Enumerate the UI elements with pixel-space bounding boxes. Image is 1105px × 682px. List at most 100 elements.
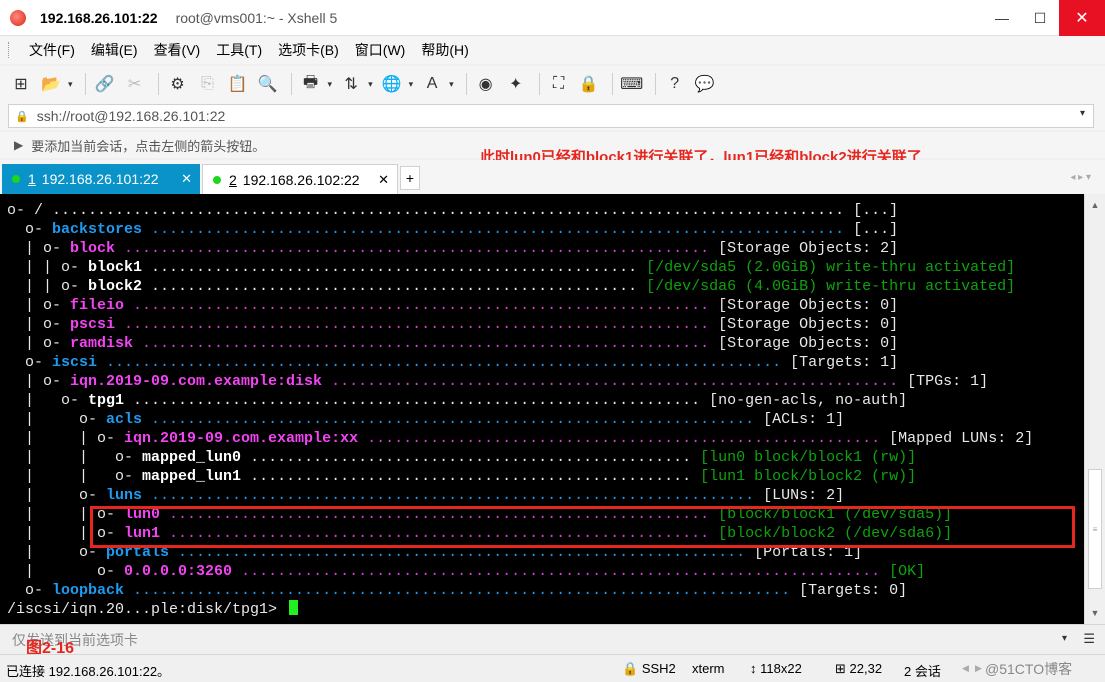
window-title-host: 192.168.26.101:22 (40, 9, 158, 26)
tree-node-info: [/dev/sda6 (4.0GiB) write-thru activated… (646, 278, 1016, 295)
menu-window[interactable]: 窗口(W) (347, 40, 414, 60)
tree-leader-dots: ........................................… (142, 259, 647, 276)
scroll-thumb[interactable]: ≡ (1088, 469, 1102, 589)
paste-icon[interactable]: 📋 (225, 71, 251, 97)
toolbar-separator (465, 73, 467, 95)
font-icon[interactable]: A (419, 71, 445, 97)
disconnect-icon[interactable]: ✂ (122, 71, 148, 97)
terminal-prompt-line: /iscsi/iqn.20...ple:disk/tpg1> (7, 600, 1084, 619)
address-field[interactable]: 🔒 ssh://root@192.168.26.101:22 ▾ (8, 104, 1094, 128)
fullscreen-icon[interactable]: ⛶ (546, 71, 572, 97)
new-session-icon[interactable]: ⊞ (8, 71, 34, 97)
tab-close-icon[interactable]: ✕ (181, 171, 192, 187)
open-folder-icon[interactable]: 📂 (38, 71, 64, 97)
tree-indent: | | o- (7, 259, 89, 276)
compose-menu-icon[interactable]: ☰ (1083, 631, 1095, 647)
menu-tabs[interactable]: 选项卡(B) (270, 40, 347, 60)
keyboard-icon[interactable]: ⌨ (619, 71, 645, 97)
address-value: ssh://root@192.168.26.101:22 (36, 108, 226, 124)
window-title: root@vms001:~ - Xshell 5 (175, 9, 338, 26)
close-button[interactable]: ✕ (1059, 0, 1105, 36)
arrow-icon[interactable]: ▶ (14, 138, 23, 152)
tab-label: 192.168.26.102:22 (242, 171, 360, 188)
address-dropdown-icon[interactable]: ▾ (1080, 108, 1085, 119)
tree-leader-dots: ........................................… (232, 563, 890, 580)
tree-leader-dots: ........................................… (142, 221, 854, 238)
minimize-button[interactable]: — (983, 0, 1021, 36)
toolbar-separator (290, 73, 292, 95)
tree-node-name: mapped_lun1 (142, 468, 242, 485)
terminal-line: | | o- block2 ..........................… (7, 277, 1084, 296)
menu-file[interactable]: 文件(F) (21, 40, 83, 60)
toolbar: ⊞ 📂 ▾ 🔗 ✂ ⚙ ⎘ 📋 🔍 🖶 ▾ ⇅ ▾ 🌐 ▾ A ▾ ◉ ✦ ⛶ … (0, 66, 1105, 102)
tree-node-name: ramdisk (70, 335, 134, 352)
tree-indent: o- (7, 582, 53, 599)
add-tab-button[interactable]: + (400, 166, 420, 190)
tree-indent: | | o- (7, 449, 143, 466)
scroll-down-icon[interactable]: ▼ (1085, 604, 1105, 622)
highlight-box (90, 506, 1075, 548)
menu-help[interactable]: 帮助(H) (413, 40, 476, 60)
tab-session-1[interactable]: 1 192.168.26.101:22 ✕ (2, 164, 200, 194)
tree-node-name: block1 (88, 259, 143, 276)
tree-node-name: iscsi (52, 354, 98, 371)
print-dropdown-icon[interactable]: ▾ (328, 79, 333, 90)
tree-node-info: [Targets: 0] (799, 582, 908, 599)
maximize-button[interactable]: ☐ (1021, 0, 1059, 36)
connect-icon[interactable]: 🔗 (92, 71, 118, 97)
tree-node-info: [Storage Objects: 0] (718, 297, 899, 314)
terminal-line: | | o- block1 ..........................… (7, 258, 1084, 277)
xshell-app-icon[interactable] (10, 9, 26, 26)
transfer-icon[interactable]: ⇅ (338, 71, 364, 97)
connected-dot-icon (213, 175, 221, 184)
prev-session-icon[interactable]: ◀ (962, 663, 969, 674)
tree-node-name: loopback (52, 582, 125, 599)
compose-bar[interactable]: 仅发送到当前选项卡 ▾ ☰ (0, 624, 1105, 654)
tab-session-2[interactable]: 2 192.168.26.102:22 ✕ (202, 164, 398, 194)
tab-label: 192.168.26.101:22 (41, 171, 159, 187)
terminal-output[interactable]: o- / ...................................… (0, 194, 1084, 624)
tree-leader-dots: ........................................… (142, 487, 764, 504)
xmanager-icon[interactable]: ✦ (503, 71, 529, 97)
help-icon[interactable]: ? (662, 71, 688, 97)
toolbar-separator (84, 73, 86, 95)
tree-node-name: iqn.2019-09.com.example:disk (70, 373, 323, 390)
tree-node-name: backstores (52, 221, 143, 238)
transfer-dropdown-icon[interactable]: ▾ (368, 79, 373, 90)
toolbar-separator (157, 73, 159, 95)
globe-dropdown-icon[interactable]: ▾ (409, 79, 414, 90)
terminal-scrollbar[interactable]: ▲ ≡ ▼ (1084, 194, 1105, 624)
menu-bar: 文件(F) 编辑(E) 查看(V) 工具(T) 选项卡(B) 窗口(W) 帮助(… (0, 36, 1105, 64)
tree-indent: | | o- (7, 468, 143, 485)
tab-scroll-icons[interactable]: ◂ ▸ ▾ (1070, 172, 1091, 183)
tree-node-info: [OK] (889, 563, 926, 580)
open-dropdown-icon[interactable]: ▾ (68, 79, 73, 90)
terminal-line: | o- iqn.2019-09.com.example:disk ......… (7, 372, 1084, 391)
copy-icon[interactable]: ⎘ (195, 71, 221, 97)
font-dropdown-icon[interactable]: ▾ (449, 79, 454, 90)
scroll-up-icon[interactable]: ▲ (1085, 196, 1105, 214)
terminal-cursor (289, 600, 299, 615)
tree-indent: o- (7, 354, 53, 371)
tab-close-icon[interactable]: ✕ (378, 172, 389, 188)
xftp-icon[interactable]: ◉ (473, 71, 499, 97)
status-protocol-value: SSH2 (641, 661, 676, 676)
tree-node-info: [Storage Objects: 0] (718, 335, 899, 352)
menu-edit[interactable]: 编辑(E) (83, 40, 146, 60)
properties-icon[interactable]: ⚙ (165, 71, 191, 97)
lock-icon[interactable]: 🔒 (576, 71, 602, 97)
compose-dropdown-icon[interactable]: ▾ (1062, 633, 1067, 644)
tree-node-name: acls (106, 411, 143, 428)
print-icon[interactable]: 🖶 (298, 71, 324, 97)
find-icon[interactable]: 🔍 (255, 71, 281, 97)
menu-view[interactable]: 查看(V) (146, 40, 209, 60)
tree-node-name: 0.0.0.0:3260 (124, 563, 233, 580)
terminal-line: | o- ramdisk ...........................… (7, 334, 1084, 353)
tree-node-info: [lun0 block/block1 (rw)] (700, 449, 917, 466)
toolbar-separator (538, 73, 540, 95)
lock-icon: 🔒 (15, 110, 29, 123)
menu-tools[interactable]: 工具(T) (208, 40, 270, 60)
chat-icon[interactable]: 💬 (692, 71, 718, 97)
globe-icon[interactable]: 🌐 (379, 71, 405, 97)
next-session-icon[interactable]: ▶ (975, 663, 982, 674)
